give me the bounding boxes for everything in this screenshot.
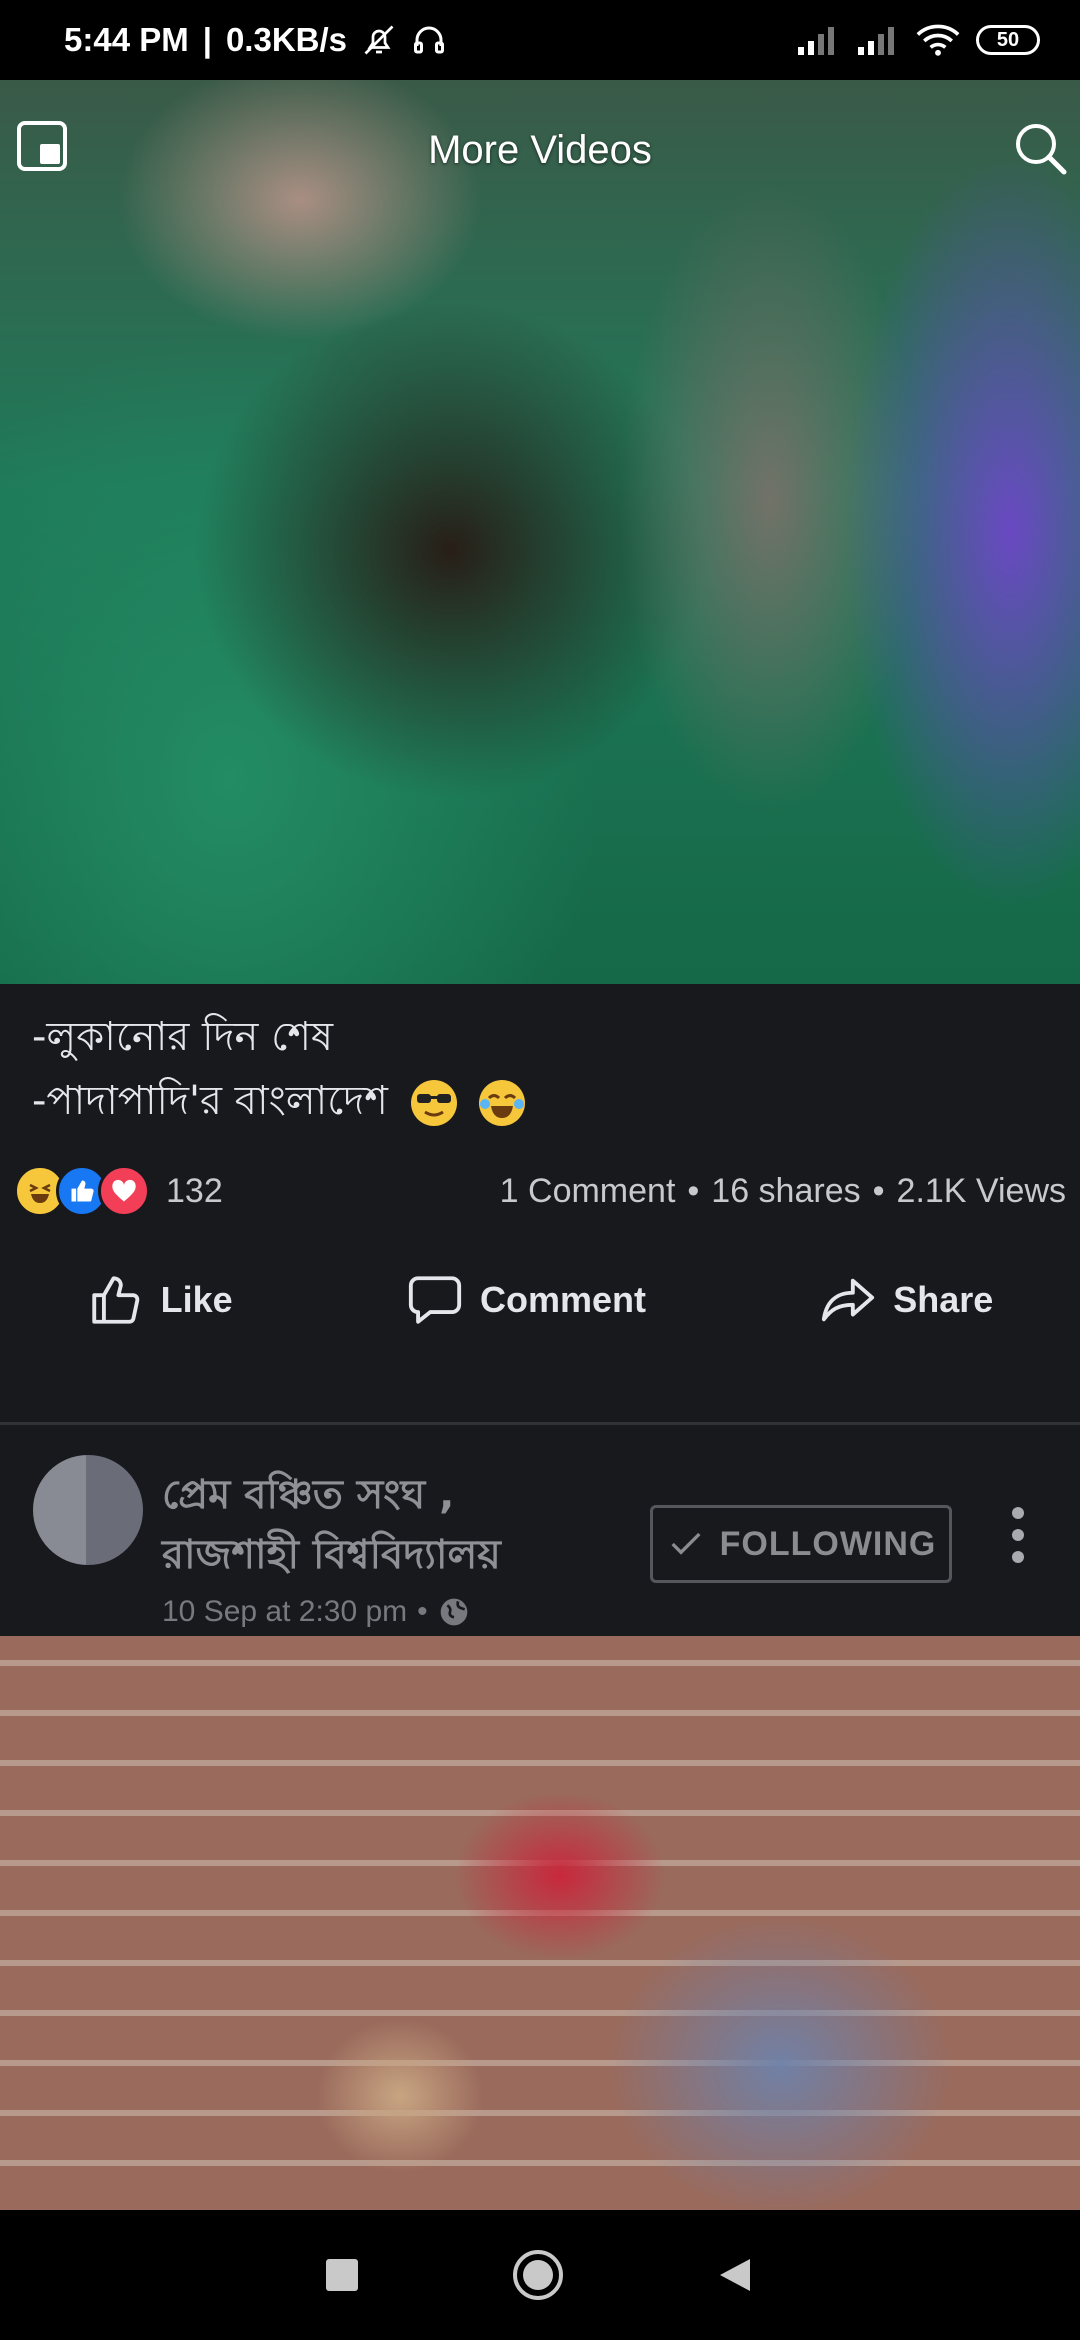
share-count[interactable]: 16 shares (711, 1172, 860, 1211)
avatar[interactable] (33, 1455, 143, 1565)
reaction-summary[interactable]: 132 (14, 1165, 223, 1217)
check-icon (671, 1532, 701, 1555)
caption-line-1: -লুকানোর দিন শেষ (32, 1014, 334, 1060)
post-stats: 132 1 Comment • 16 shares • 2.1K Views (14, 1160, 1066, 1222)
globe-icon (440, 1598, 468, 1626)
status-net-speed: 0.3KB/s (225, 21, 348, 58)
post-header: প্রেম বঞ্চিত সংঘ , রাজশাহী বিশ্ববিদ্যালয… (0, 1425, 1080, 1635)
status-bar: 5:44 PM | 0.3KB/s 50 (0, 0, 1080, 80)
battery-level: 50 (996, 28, 1020, 51)
comment-button[interactable]: Comment (406, 1271, 646, 1329)
like-label: Like (160, 1279, 233, 1320)
system-nav-bar (0, 2210, 1080, 2340)
share-icon (822, 1278, 875, 1322)
post-actions: Like Comment Share (0, 1250, 1080, 1350)
status-left: 5:44 PM | 0.3KB/s (64, 21, 447, 59)
pip-icon (17, 121, 67, 171)
video-player-second[interactable] (0, 1636, 1080, 2210)
square-icon[interactable] (324, 2257, 360, 2293)
sunglasses-emoji-icon (410, 1080, 457, 1126)
meta-dot: • (417, 1595, 428, 1628)
triangle-back-icon[interactable] (716, 2255, 756, 2295)
signal-icon-2 (858, 27, 894, 55)
tears-of-joy-emoji-icon (479, 1080, 526, 1126)
stats-dot-2: • (872, 1171, 885, 1210)
battery-indicator: 50 (976, 25, 1040, 55)
engagement-counts: 1 Comment • 16 shares • 2.1K Views (500, 1172, 1066, 1211)
caption-line-2-row: -পাদাপাদি'র বাংলাদেশ (32, 1069, 1042, 1133)
stats-dot-1: • (687, 1171, 700, 1210)
status-right: 50 (796, 23, 1040, 57)
love-reaction-icon (98, 1165, 150, 1217)
following-button[interactable]: FOLLOWING (650, 1505, 952, 1583)
post-caption: -লুকানোর দিন শেষ -পাদাপাদি'র বাংলাদেশ (32, 1005, 1042, 1133)
search-icon (1016, 124, 1067, 175)
post-timestamp[interactable]: 10 Sep at 2:30 pm (162, 1595, 407, 1629)
page-name-line-2: রাজশাহী বিশ্ববিদ্যালয় (162, 1532, 501, 1578)
share-label: Share (893, 1279, 994, 1320)
page-name[interactable]: প্রেম বঞ্চিত সংঘ , রাজশাহী বিশ্ববিদ্যালয… (162, 1465, 602, 1585)
status-time: 5:44 PM (64, 21, 189, 58)
share-button[interactable]: Share (819, 1271, 993, 1329)
headset-icon (414, 26, 445, 54)
status-separator: | (202, 21, 212, 58)
mute-bell-icon (364, 25, 394, 55)
pip-button[interactable] (16, 120, 68, 172)
more-vertical-icon (1012, 1507, 1024, 1563)
post-meta: 10 Sep at 2:30 pm • (162, 1595, 470, 1629)
video-header: More Videos (0, 80, 1080, 220)
video-header-title: More Videos (428, 127, 652, 172)
comment-count[interactable]: 1 Comment (500, 1172, 676, 1211)
comment-label: Comment (479, 1279, 646, 1320)
search-button[interactable] (1012, 120, 1068, 176)
circle-icon[interactable] (510, 2247, 566, 2303)
page-name-line-1: প্রেম বঞ্চিত সংঘ , (162, 1472, 455, 1518)
wifi-icon (916, 24, 960, 56)
following-label: FOLLOWING (719, 1524, 937, 1563)
comment-icon (408, 1276, 462, 1324)
like-button[interactable]: Like (87, 1271, 233, 1329)
caption-line-2: -পাদাপাদি'র বাংলাদেশ (32, 1078, 388, 1124)
more-options-button[interactable] (1004, 1503, 1032, 1567)
view-count: 2.1K Views (896, 1171, 1066, 1210)
reaction-count: 132 (166, 1171, 223, 1210)
signal-icon (798, 27, 834, 55)
thumbs-up-icon (91, 1276, 139, 1324)
